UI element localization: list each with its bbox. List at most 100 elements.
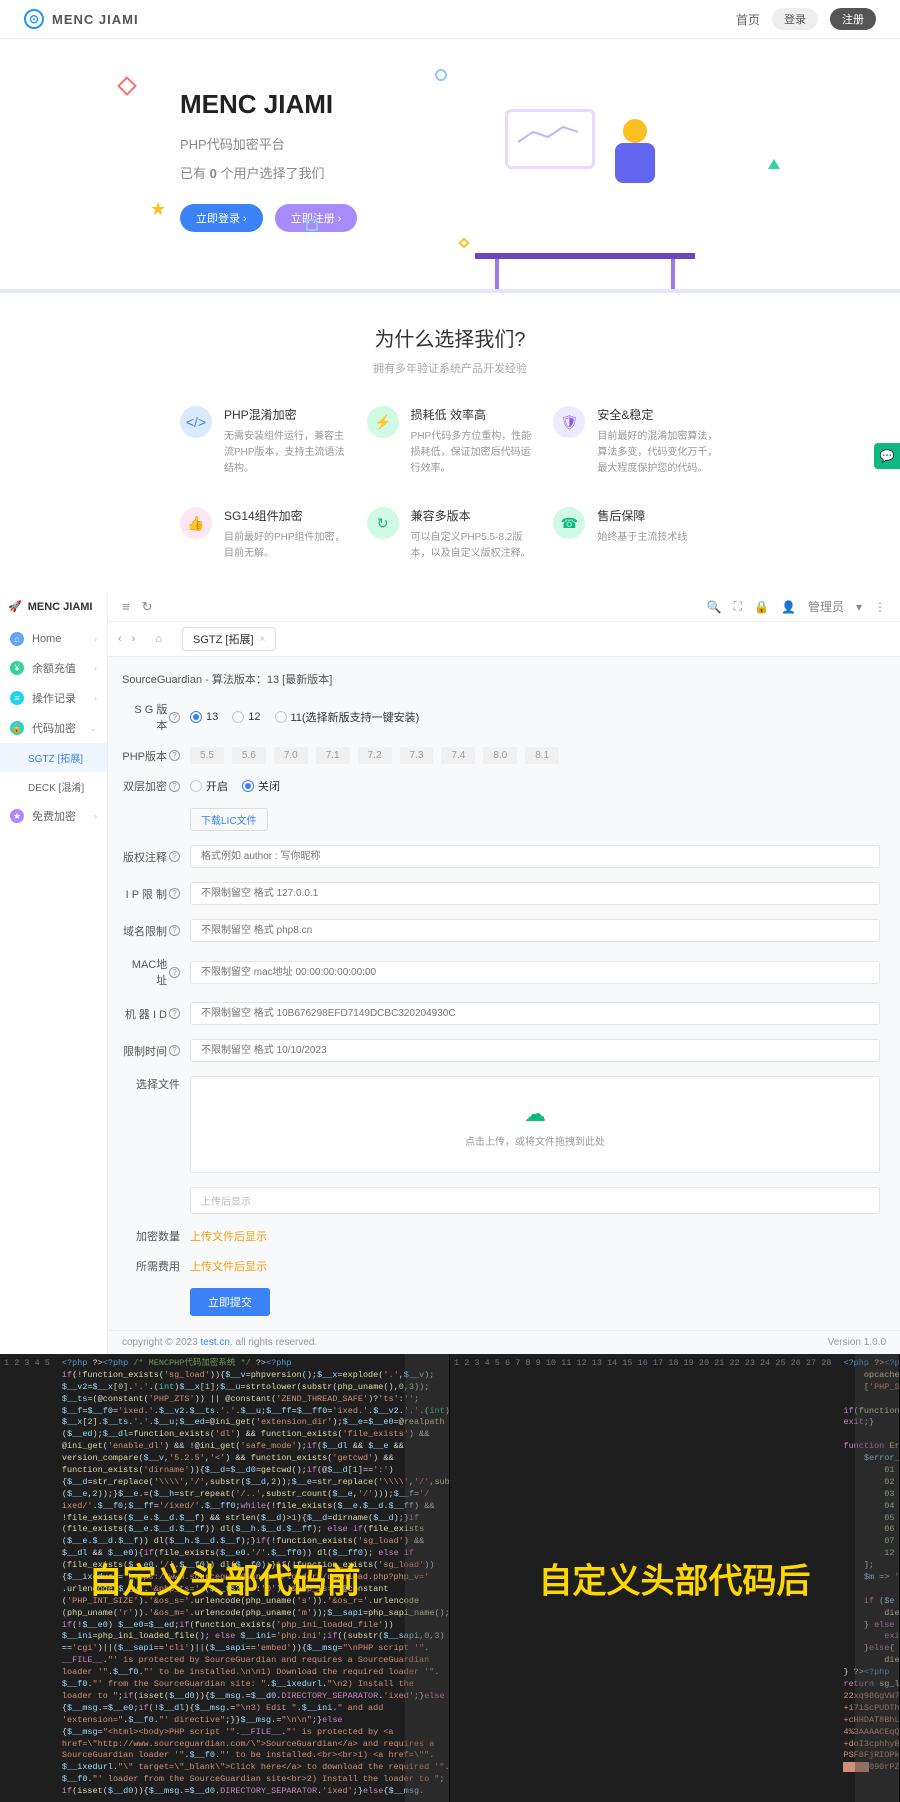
machine-input[interactable]: [190, 1002, 880, 1025]
deco-hex-icon: [306, 219, 318, 231]
domain-input[interactable]: [190, 919, 880, 942]
radio-group-double: 开启 关闭: [190, 778, 280, 794]
info-icon[interactable]: ?: [169, 1045, 180, 1056]
chevron-right-icon: ›: [94, 634, 97, 644]
feature-item: ⚡ 损耗低 效率高PHP代码多方位重构，性能损耗低，保证加密后代码运行效率。: [367, 406, 534, 477]
close-icon[interactable]: ×: [260, 634, 266, 645]
encrypt-count-value: 上传文件后显示: [190, 1228, 267, 1244]
feature-desc: 无需安装组件运行，兼容主流PHP版本，支持主流语法结构。: [224, 429, 347, 477]
fullscreen-icon[interactable]: ⛶: [734, 599, 742, 614]
copyright-input[interactable]: [190, 845, 880, 868]
form-label: S G 版 本?: [122, 701, 180, 733]
radio-double-on[interactable]: 开启: [190, 778, 228, 794]
form-label: MAC地址?: [122, 956, 180, 988]
php-version-chip[interactable]: 5.5: [190, 747, 224, 764]
refresh-icon[interactable]: ↻: [142, 599, 153, 615]
sidebar-label: 代码加密: [32, 720, 76, 736]
row-double-encrypt: 双层加密? 开启 关闭: [122, 778, 886, 794]
form-label: PHP版本?: [122, 748, 180, 764]
php-version-chip[interactable]: 5.6: [232, 747, 266, 764]
feature-title: SG14组件加密: [224, 507, 347, 524]
shield-icon: 🛡: [553, 406, 585, 438]
lock-icon[interactable]: 🔒: [754, 600, 769, 614]
deco-circle-icon: [435, 69, 447, 81]
sidebar-item-recharge[interactable]: ¥ 余额充值 ›: [0, 653, 107, 683]
code-panel-right: 1 2 3 4 5 6 7 8 9 10 11 12 13 14 15 16 1…: [450, 1354, 900, 1802]
php-version-boxes: 5.5 5.6 7.0 7.1 7.2 7.3 7.4 8.0 8.1: [190, 747, 559, 764]
sidebar-item-home[interactable]: ⌂ Home ›: [0, 625, 107, 653]
feature-title: 兼容多版本: [411, 507, 534, 524]
info-icon[interactable]: ?: [169, 1008, 180, 1019]
radio-label: 11(选择新版支持一键安装): [291, 709, 420, 725]
radio-double-off[interactable]: 关闭: [242, 778, 280, 794]
form-label: 限制时间?: [122, 1043, 180, 1059]
feature-desc: 可以自定义PHP5.5-8.2版本，以及自定义版权注释。: [411, 530, 534, 562]
row-ip: I P 限 制?: [122, 882, 886, 905]
info-icon[interactable]: ?: [169, 712, 180, 723]
info-icon[interactable]: ?: [169, 750, 180, 761]
mac-input[interactable]: [190, 961, 880, 984]
php-version-chip[interactable]: 7.1: [316, 747, 350, 764]
user-avatar-icon[interactable]: 👤: [781, 600, 796, 614]
footer-link[interactable]: test.cn: [201, 1337, 230, 1348]
sidebar-item-records[interactable]: ≡ 操作记录 ›: [0, 683, 107, 713]
radio-label: 13: [206, 711, 218, 723]
list-icon: ≡: [10, 691, 24, 705]
tab-next-icon[interactable]: ›: [132, 633, 136, 645]
php-version-chip[interactable]: 8.1: [525, 747, 559, 764]
php-version-chip[interactable]: 7.2: [358, 747, 392, 764]
person-graphic: [605, 119, 665, 209]
user-name[interactable]: 管理员: [808, 598, 844, 615]
sidebar-sub-sgtz[interactable]: SGTZ [拓展]: [0, 743, 107, 772]
info-icon[interactable]: ?: [169, 925, 180, 936]
hero-login-button[interactable]: 立即登录 ›: [180, 204, 263, 232]
sidebar-item-free[interactable]: ★ 免费加密 ›: [0, 801, 107, 831]
sidebar-label: Home: [32, 633, 61, 645]
code-editor-left[interactable]: 1 2 3 4 5 <?php ?><?php /* MENCPHP代码加密系统…: [0, 1354, 449, 1802]
menu-toggle-icon[interactable]: ≡: [122, 599, 130, 615]
code-editor-right[interactable]: 1 2 3 4 5 6 7 8 9 10 11 12 13 14 15 16 1…: [450, 1354, 899, 1778]
ip-input[interactable]: [190, 882, 880, 905]
time-input[interactable]: [190, 1039, 880, 1062]
form-label: 所需费用: [122, 1258, 180, 1274]
upload-text: 点击上传，或将文件拖拽到此处: [215, 1133, 855, 1148]
php-version-chip[interactable]: 7.4: [441, 747, 475, 764]
search-icon[interactable]: 🔍: [707, 600, 722, 614]
radio-sg-11[interactable]: 11(选择新版支持一键安装): [275, 709, 420, 725]
row-sg-version: S G 版 本? 13 12 11(选择新版支持一键安装): [122, 701, 886, 733]
chat-fab-button[interactable]: 💬: [874, 443, 900, 469]
info-icon[interactable]: ?: [169, 888, 180, 899]
feature-item: ↻ 兼容多版本可以自定义PHP5.5-8.2版本，以及自定义版权注释。: [367, 507, 534, 562]
tab-active[interactable]: SGTZ [拓展] ×: [182, 627, 276, 651]
radio-sg-12[interactable]: 12: [232, 711, 260, 723]
radio-sg-13[interactable]: 13: [190, 711, 218, 723]
deco-star-icon: ★: [150, 199, 166, 220]
form-label: 加密数量: [122, 1228, 180, 1244]
feature-desc: 目前最好的混淆加密算法，算法多变，代码变化万千，最大程度保护您的代码。: [597, 429, 720, 477]
admin-brand-text: MENC JIAMI: [28, 601, 93, 613]
feature-item: ☎ 售后保障始终基于主流技术线: [553, 507, 720, 562]
hero-count-post: 个用户选择了我们: [217, 166, 325, 181]
nav-home-link[interactable]: 首页: [736, 11, 760, 28]
info-icon[interactable]: ?: [169, 851, 180, 862]
info-icon[interactable]: ?: [169, 967, 180, 978]
nav-register-button[interactable]: 注册: [830, 8, 876, 30]
chevron-down-icon[interactable]: ▾: [856, 600, 862, 614]
php-version-chip[interactable]: 8.0: [483, 747, 517, 764]
sidebar-sub-deck[interactable]: DECK [混淆]: [0, 772, 107, 801]
minimap-right[interactable]: [855, 1354, 899, 1802]
submit-button[interactable]: 立即提交: [190, 1288, 270, 1316]
sidebar-item-encrypt[interactable]: 🔒 代码加密 ⌄: [0, 713, 107, 743]
php-version-chip[interactable]: 7.3: [400, 747, 434, 764]
hero-count: 已有 0 个用户选择了我们: [180, 163, 450, 182]
footer-copyright: copyright © 2023: [122, 1337, 201, 1348]
download-lic-button[interactable]: 下载LIC文件: [190, 808, 268, 831]
info-icon[interactable]: ?: [169, 781, 180, 792]
tab-prev-icon[interactable]: ‹: [118, 633, 122, 645]
minimap-left[interactable]: [405, 1354, 449, 1802]
nav-login-button[interactable]: 登录: [772, 8, 818, 30]
file-upload-dropzone[interactable]: ☁ 点击上传，或将文件拖拽到此处: [190, 1076, 880, 1173]
tab-home[interactable]: ⌂: [145, 630, 172, 648]
php-version-chip[interactable]: 7.0: [274, 747, 308, 764]
more-icon[interactable]: ⋮: [874, 600, 886, 614]
